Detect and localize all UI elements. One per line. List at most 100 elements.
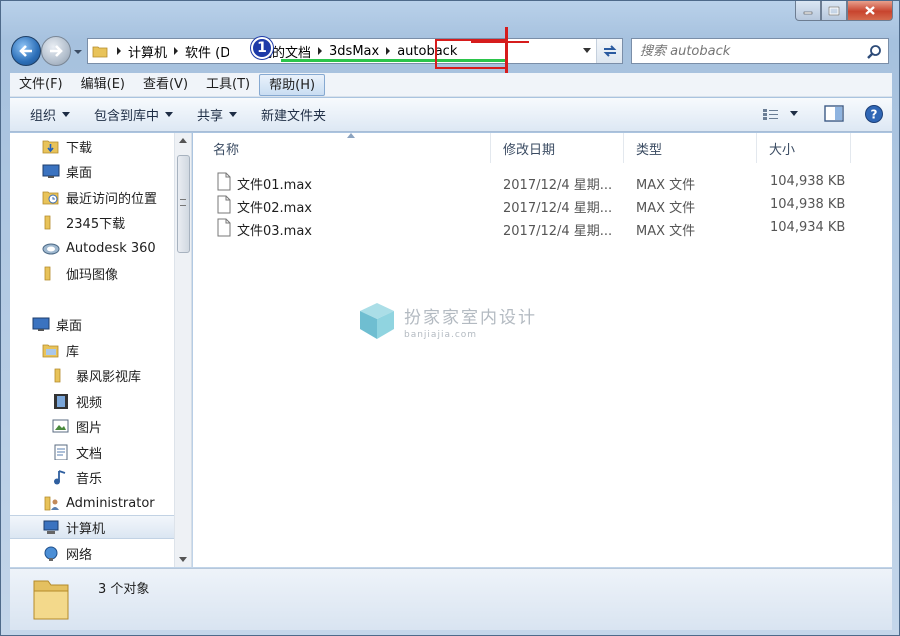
menu-help[interactable]: 帮助(H) (259, 73, 326, 96)
address-history-chevron-icon[interactable] (582, 47, 592, 55)
column-header-label: 修改日期 (503, 142, 556, 158)
include-label: 包含到库中 (94, 109, 160, 124)
chevron-down-icon (229, 112, 238, 117)
grip-icon (180, 199, 186, 206)
organize-button[interactable]: 组织 (18, 102, 82, 128)
help-icon[interactable]: ? (864, 104, 884, 124)
chevron-down-icon (62, 112, 71, 117)
menu-view[interactable]: 查看(V) (134, 74, 197, 96)
back-button[interactable] (11, 36, 41, 66)
organize-label: 组织 (30, 109, 57, 124)
nav-label: 桌面 (66, 165, 93, 181)
nav-item-network[interactable]: 网络 (42, 541, 92, 565)
column-header-date[interactable]: 修改日期 (491, 133, 624, 163)
share-label: 共享 (197, 109, 224, 124)
nav-item-downloads[interactable]: 下载 (42, 134, 92, 158)
nav-item-2345-downloads[interactable]: 2345下载 (42, 210, 125, 234)
maximize-button[interactable] (821, 1, 847, 21)
column-header-type[interactable]: 类型 (624, 133, 757, 163)
nav-item-desktop-root[interactable]: 桌面 (32, 312, 82, 336)
nav-item-gamma-images[interactable]: 伽玛图像 (42, 261, 118, 285)
close-button[interactable] (847, 1, 893, 21)
explorer-window: 计算机 软件 (D:) 我的文档 3dsMax autoback 1 文件(F)… (0, 0, 900, 636)
recent-pages-chevron-icon[interactable] (73, 47, 83, 57)
nav-item-videos[interactable]: 视频 (52, 389, 102, 413)
column-header-name[interactable]: 名称 (193, 133, 491, 163)
nav-label: Autodesk 360 (66, 240, 156, 256)
file-size: 104,938 KB (770, 197, 846, 212)
network-icon (44, 546, 58, 561)
nav-label: 桌面 (56, 318, 83, 334)
forward-button[interactable] (41, 36, 71, 66)
menu-file[interactable]: 文件(F) (10, 74, 72, 96)
watermark-subtitle: banjiajia.com (404, 329, 478, 340)
arrow-left-icon (19, 45, 32, 57)
desktop-icon (32, 317, 50, 331)
file-type: MAX 文件 (636, 178, 696, 193)
menu-bar: 文件(F) 编辑(E) 查看(V) 工具(T) 帮助(H) (10, 73, 892, 97)
table-row[interactable]: 文件02.max 2017/12/4 星期... MAX 文件 104,938 … (213, 194, 873, 217)
chevron-right-icon[interactable] (112, 39, 126, 63)
nav-item-autodesk-360[interactable]: Autodesk 360 (42, 236, 156, 260)
video-library-icon (54, 394, 68, 409)
table-row[interactable]: 文件03.max 2017/12/4 星期... MAX 文件 104,934 … (213, 217, 873, 240)
file-icon (217, 218, 231, 237)
nav-item-desktop[interactable]: 桌面 (42, 159, 92, 183)
table-row[interactable]: 文件01.max 2017/12/4 星期... MAX 文件 104,938 … (213, 171, 873, 194)
file-date: 2017/12/4 星期... (503, 201, 613, 216)
file-name: 文件01.max (237, 178, 312, 193)
desktop-icon (42, 164, 60, 178)
share-button[interactable]: 共享 (185, 102, 249, 128)
new-folder-button[interactable]: 新建文件夹 (249, 102, 338, 128)
nav-item-computer[interactable]: 计算机 (10, 515, 174, 539)
refresh-icon (603, 45, 616, 57)
nav-item-administrator[interactable]: Administrator (42, 491, 155, 515)
file-list: 名称 修改日期 类型 大小 文件01.max 2017/12/4 星期... M… (193, 133, 892, 567)
search-icon[interactable] (866, 44, 882, 60)
minimize-icon (803, 11, 813, 14)
nav-item-music[interactable]: 音乐 (52, 465, 102, 489)
include-in-library-button[interactable]: 包含到库中 (82, 102, 185, 128)
column-header-label: 名称 (213, 142, 240, 158)
menu-tools[interactable]: 工具(T) (197, 74, 259, 96)
nav-label: 最近访问的位置 (66, 191, 158, 207)
nav-item-baofeng-library[interactable]: 暴风影视库 (52, 363, 141, 387)
preview-pane-icon[interactable] (824, 105, 846, 123)
maximize-icon (828, 6, 840, 15)
search-input[interactable] (640, 43, 860, 59)
command-bar: 组织 包含到库中 共享 新建文件夹 ? (10, 98, 892, 132)
annotation-highlight-box (435, 39, 505, 69)
nav-item-recent-places[interactable]: 最近访问的位置 (42, 185, 157, 209)
library-icon (42, 344, 59, 358)
view-chevron-down-icon[interactable] (790, 111, 798, 117)
scroll-up-icon[interactable] (179, 138, 187, 143)
nav-label: 文档 (76, 446, 103, 462)
chevron-right-icon[interactable] (169, 39, 183, 63)
refresh-button[interactable] (596, 39, 622, 63)
autodesk-cloud-icon (42, 243, 60, 255)
item-count: 3 个对象 (98, 582, 150, 597)
view-options-icon[interactable] (762, 107, 780, 121)
crumb-computer[interactable]: 计算机 (126, 39, 169, 63)
chevron-down-icon (165, 112, 174, 117)
search-box[interactable] (631, 38, 889, 64)
menu-edit[interactable]: 编辑(E) (72, 74, 134, 96)
minimize-button[interactable] (795, 1, 821, 21)
file-type: MAX 文件 (636, 201, 696, 216)
file-type: MAX 文件 (636, 224, 696, 239)
column-header-size[interactable]: 大小 (757, 133, 851, 163)
documents-library-icon (54, 444, 68, 460)
nav-item-documents[interactable]: 文档 (52, 440, 102, 464)
nav-scrollbar[interactable] (174, 133, 191, 567)
crumb-drive-d[interactable]: 软件 (D:) (183, 39, 229, 63)
column-header-label: 大小 (769, 142, 796, 158)
file-size: 104,938 KB (770, 174, 846, 189)
file-icon (217, 172, 231, 191)
svg-text:?: ? (871, 108, 878, 122)
folder-large-icon (33, 580, 69, 620)
file-name: 文件03.max (237, 224, 312, 239)
nav-item-libraries[interactable]: 库 (42, 338, 79, 362)
nav-label: 视频 (76, 395, 103, 411)
scroll-down-icon[interactable] (179, 557, 187, 562)
nav-item-pictures[interactable]: 图片 (52, 414, 102, 438)
